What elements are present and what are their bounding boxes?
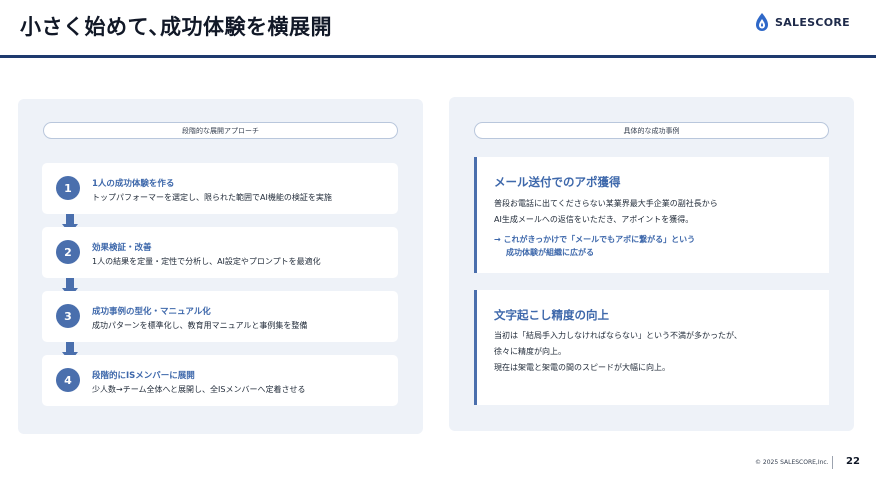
case-text-line: AI生成メールへの返信をいただき、アポイントを獲得。	[494, 215, 694, 224]
step-description: トップパフォーマーを選定し、限られた範囲でAI機能の検証を実施	[92, 193, 332, 202]
step-description: 1人の結果を定量・定性で分析し、AI設定やプロンプトを最適化	[92, 257, 321, 266]
case-text-line: 普段お電話に出てくださらない某業界最大手企業の副社長から	[494, 199, 718, 208]
case-text-line: 当初は「結局手入力しなければならない」という不満が多かったが、	[494, 331, 742, 340]
case-card-email: メール送付でのアポ獲得 普段お電話に出てくださらない某業界最大手企業の副社長から…	[474, 157, 829, 273]
success-cases-panel: 具体的な成功事例 メール送付でのアポ獲得 普段お電話に出てくださらない某業界最大…	[449, 97, 854, 431]
step-card-4: 4 段階的にISメンバーに展開 少人数→チーム全体へと展開し、全ISメンバーへ定…	[42, 355, 398, 406]
step-title: 1人の成功体験を作る	[92, 179, 175, 189]
step-title: 段階的にISメンバーに展開	[92, 371, 195, 381]
copyright-text: © 2025 SALESCORE,Inc.	[755, 459, 829, 466]
step-number-badge: 4	[56, 368, 80, 392]
page-number: 22	[846, 456, 860, 467]
case-text-line: 徐々に精度が向上。	[494, 347, 566, 356]
case-card-transcription: 文字起こし精度の向上 当初は「結局手入力しなければならない」という不満が多かった…	[474, 290, 829, 405]
step-description: 成功パターンを標準化し、教育用マニュアルと事例集を整備	[92, 321, 308, 330]
salescore-logo-icon	[756, 13, 768, 31]
step-description: 少人数→チーム全体へと展開し、全ISメンバーへ定着させる	[92, 385, 306, 394]
case-title: 文字起こし精度の向上	[494, 308, 609, 322]
case-title: メール送付でのアポ獲得	[494, 175, 621, 189]
step-title: 効果検証・改善	[92, 243, 152, 253]
step-number-badge: 3	[56, 304, 80, 328]
case-note-line: → これがきっかけで「メールでもアポに繋がる」という	[494, 235, 696, 244]
success-cases-heading: 具体的な成功事例	[474, 122, 829, 139]
step-card-1: 1 1人の成功体験を作る トップパフォーマーを選定し、限られた範囲でAI機能の検…	[42, 163, 398, 214]
step-card-3: 3 成功事例の型化・マニュアル化 成功パターンを標準化し、教育用マニュアルと事例…	[42, 291, 398, 342]
approach-heading: 段階的な展開アプローチ	[43, 122, 398, 139]
step-number-badge: 1	[56, 176, 80, 200]
step-card-2: 2 効果検証・改善 1人の結果を定量・定性で分析し、AI設定やプロンプトを最適化	[42, 227, 398, 278]
company-logo: SALESCORE	[754, 12, 850, 33]
step-number-badge: 2	[56, 240, 80, 264]
case-text-line: 現在は架電と架電の間のスピードが大幅に向上。	[494, 363, 670, 372]
footer-divider	[832, 456, 833, 469]
step-title: 成功事例の型化・マニュアル化	[92, 307, 211, 317]
header-divider	[0, 55, 876, 58]
page-title: 小さく始めて､成功体験を横展開	[20, 15, 332, 39]
case-note-line: 成功体験が組織に広がる	[506, 248, 594, 257]
approach-panel: 段階的な展開アプローチ 1 1人の成功体験を作る トップパフォーマーを選定し、限…	[18, 99, 423, 434]
logo-text: SALESCORE	[775, 16, 850, 29]
